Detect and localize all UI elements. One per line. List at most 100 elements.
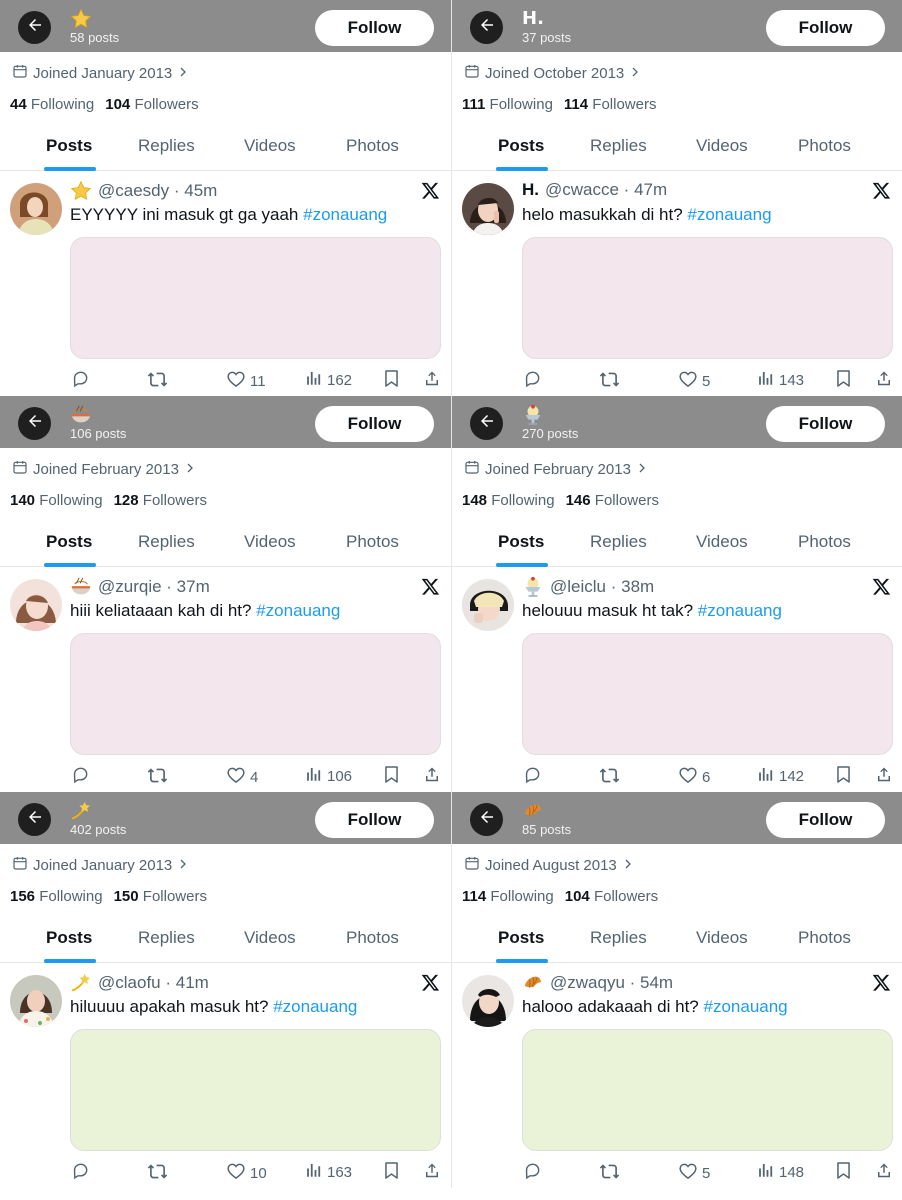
- views-button[interactable]: 106: [305, 765, 352, 787]
- share-button[interactable]: [423, 765, 441, 788]
- avatar[interactable]: [462, 975, 514, 1027]
- tab-photos[interactable]: Photos: [798, 928, 851, 948]
- tab-photos[interactable]: Photos: [346, 532, 399, 552]
- follow-button[interactable]: Follow: [766, 406, 885, 442]
- follow-button[interactable]: Follow: [766, 802, 885, 838]
- tweet-media[interactable]: [70, 633, 441, 755]
- reply-button[interactable]: [523, 765, 542, 788]
- follow-button[interactable]: Follow: [315, 10, 434, 46]
- back-button[interactable]: [470, 11, 503, 44]
- bookmark-button[interactable]: [383, 369, 400, 392]
- tweet-time[interactable]: 41m: [176, 973, 209, 993]
- tab-posts[interactable]: Posts: [46, 928, 92, 948]
- reply-button[interactable]: [71, 1161, 90, 1184]
- back-button[interactable]: [470, 803, 503, 836]
- tab-photos[interactable]: Photos: [346, 928, 399, 948]
- hashtag-link[interactable]: #zonauang: [704, 997, 788, 1016]
- followers-link[interactable]: 150 Followers: [114, 888, 207, 905]
- like-button[interactable]: 6: [678, 765, 710, 789]
- tab-replies[interactable]: Replies: [138, 532, 195, 552]
- avatar[interactable]: [10, 975, 62, 1027]
- retweet-button[interactable]: [599, 1161, 620, 1186]
- following-link[interactable]: 111 Following: [462, 96, 553, 113]
- tab-videos[interactable]: Videos: [244, 532, 296, 552]
- tweet-time[interactable]: 38m: [621, 577, 654, 597]
- tab-videos[interactable]: Videos: [696, 928, 748, 948]
- tab-posts[interactable]: Posts: [498, 928, 544, 948]
- following-link[interactable]: 156 Following: [10, 888, 103, 905]
- avatar[interactable]: [10, 183, 62, 235]
- bookmark-button[interactable]: [383, 765, 400, 788]
- follow-button[interactable]: Follow: [766, 10, 885, 46]
- reply-button[interactable]: [71, 369, 90, 392]
- share-button[interactable]: [875, 1161, 893, 1184]
- tweet-media[interactable]: [522, 237, 893, 359]
- followers-link[interactable]: 104 Followers: [105, 96, 198, 113]
- followers-link[interactable]: 128 Followers: [114, 492, 207, 509]
- tweet-media[interactable]: [522, 633, 893, 755]
- tweet-handle[interactable]: @caesdy: [98, 181, 169, 201]
- hashtag-link[interactable]: #zonauang: [273, 997, 357, 1016]
- retweet-button[interactable]: [147, 765, 168, 790]
- tab-videos[interactable]: Videos: [244, 136, 296, 156]
- share-button[interactable]: [875, 369, 893, 392]
- hashtag-link[interactable]: #zonauang: [687, 205, 771, 224]
- reply-button[interactable]: [71, 765, 90, 788]
- followers-link[interactable]: 146 Followers: [566, 492, 659, 509]
- tweet-display-name[interactable]: H.: [522, 180, 539, 200]
- tweet-media[interactable]: [522, 1029, 893, 1151]
- tab-posts[interactable]: Posts: [498, 136, 544, 156]
- reply-button[interactable]: [523, 369, 542, 392]
- back-button[interactable]: [18, 803, 51, 836]
- retweet-button[interactable]: [599, 765, 620, 790]
- views-button[interactable]: 162: [305, 369, 352, 391]
- followers-link[interactable]: 114 Followers: [564, 96, 657, 113]
- tab-videos[interactable]: Videos: [244, 928, 296, 948]
- tweet-time[interactable]: 47m: [634, 180, 667, 200]
- follow-button[interactable]: Follow: [315, 802, 434, 838]
- tab-photos[interactable]: Photos: [798, 136, 851, 156]
- like-button[interactable]: 5: [678, 1161, 710, 1185]
- tweet-handle[interactable]: @cwacce: [545, 180, 619, 200]
- following-link[interactable]: 140 Following: [10, 492, 103, 509]
- retweet-button[interactable]: [147, 1161, 168, 1186]
- tab-posts[interactable]: Posts: [498, 532, 544, 552]
- tab-photos[interactable]: Photos: [346, 136, 399, 156]
- like-button[interactable]: 10: [226, 1161, 267, 1185]
- tweet-time[interactable]: 45m: [184, 181, 217, 201]
- tweet-time[interactable]: 37m: [177, 577, 210, 597]
- followers-link[interactable]: 104 Followers: [565, 888, 658, 905]
- following-link[interactable]: 44 Following: [10, 96, 94, 113]
- tweet-handle[interactable]: @claofu: [98, 973, 161, 993]
- back-button[interactable]: [18, 407, 51, 440]
- share-button[interactable]: [423, 1161, 441, 1184]
- tab-replies[interactable]: Replies: [590, 532, 647, 552]
- tab-photos[interactable]: Photos: [798, 532, 851, 552]
- back-button[interactable]: [470, 407, 503, 440]
- hashtag-link[interactable]: #zonauang: [303, 205, 387, 224]
- tweet-handle[interactable]: @zwaqyu: [550, 973, 625, 993]
- like-button[interactable]: 5: [678, 369, 710, 393]
- tab-replies[interactable]: Replies: [138, 928, 195, 948]
- like-button[interactable]: 11: [226, 369, 266, 393]
- tab-replies[interactable]: Replies: [138, 136, 195, 156]
- tab-videos[interactable]: Videos: [696, 136, 748, 156]
- tweet-handle[interactable]: @zurqie: [98, 577, 162, 597]
- views-button[interactable]: 142: [757, 765, 804, 787]
- like-button[interactable]: 4: [226, 765, 258, 789]
- hashtag-link[interactable]: #zonauang: [698, 601, 782, 620]
- tab-replies[interactable]: Replies: [590, 928, 647, 948]
- views-button[interactable]: 143: [757, 369, 804, 391]
- views-button[interactable]: 163: [305, 1161, 352, 1183]
- hashtag-link[interactable]: #zonauang: [256, 601, 340, 620]
- tweet-time[interactable]: 54m: [640, 973, 673, 993]
- share-button[interactable]: [423, 369, 441, 392]
- bookmark-button[interactable]: [835, 765, 852, 788]
- views-button[interactable]: 148: [757, 1161, 804, 1183]
- tab-replies[interactable]: Replies: [590, 136, 647, 156]
- retweet-button[interactable]: [599, 369, 620, 394]
- back-button[interactable]: [18, 11, 51, 44]
- tweet-media[interactable]: [70, 1029, 441, 1151]
- share-button[interactable]: [875, 765, 893, 788]
- retweet-button[interactable]: [147, 369, 168, 394]
